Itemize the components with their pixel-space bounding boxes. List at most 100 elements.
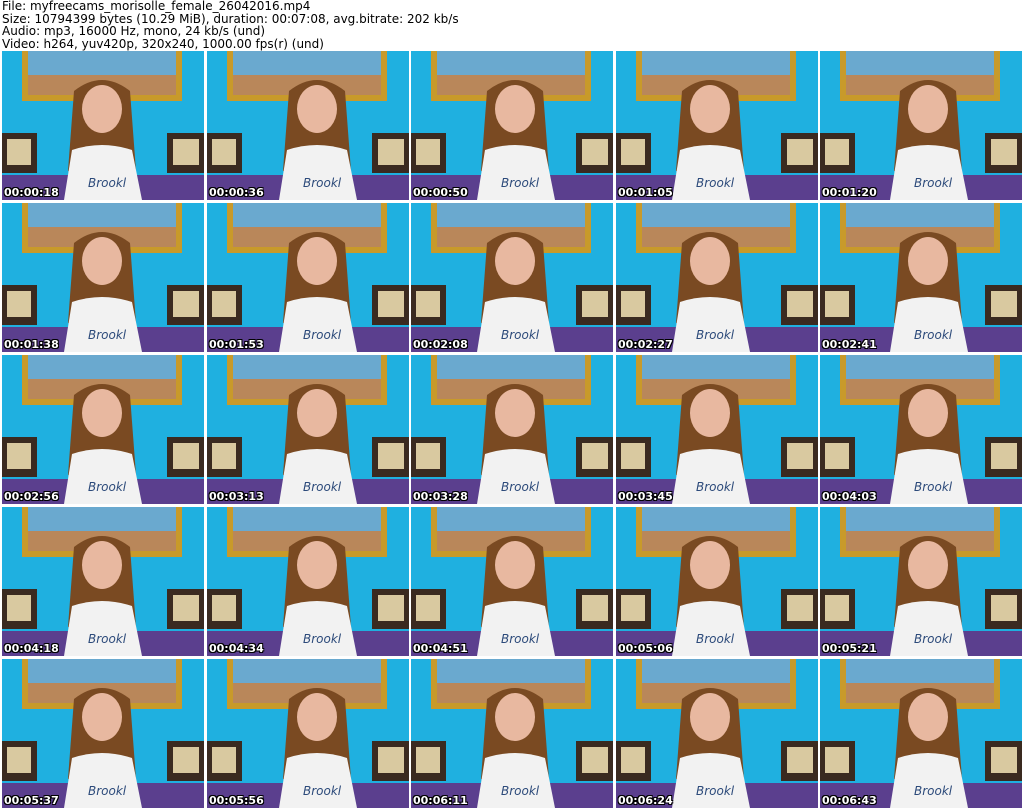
- video-thumbnail: Brookl 00:05:21: [820, 507, 1022, 656]
- svg-text:Brookl: Brookl: [501, 328, 540, 342]
- timestamp-label: 00:04:51: [413, 642, 468, 655]
- video-thumbnail: Brookl 00:04:51: [411, 507, 613, 656]
- svg-text:Brookl: Brookl: [303, 480, 342, 494]
- svg-text:Brookl: Brookl: [696, 784, 735, 798]
- video-thumbnail: Brookl 00:05:06: [616, 507, 818, 656]
- video-frame: Brookl: [411, 659, 613, 808]
- video-frame: Brookl: [820, 203, 1022, 352]
- timestamp-label: 00:03:13: [209, 490, 264, 503]
- video-thumbnail: Brookl 00:04:03: [820, 355, 1022, 504]
- svg-text:Brookl: Brookl: [914, 328, 953, 342]
- timestamp-label: 00:01:38: [4, 338, 59, 351]
- video-thumbnail: Brookl 00:06:24: [616, 659, 818, 808]
- info-header: File: myfreecams_morisolle_female_260420…: [2, 0, 459, 50]
- video-frame: Brookl: [820, 355, 1022, 504]
- timestamp-label: 00:04:34: [209, 642, 264, 655]
- video-frame: Brookl: [2, 507, 204, 656]
- svg-text:Brookl: Brookl: [88, 176, 127, 190]
- video-thumbnail: Brookl 00:01:53: [207, 203, 409, 352]
- timestamp-label: 00:05:21: [822, 642, 877, 655]
- video-frame: Brookl: [207, 659, 409, 808]
- svg-text:Brookl: Brookl: [501, 632, 540, 646]
- video-frame: Brookl: [820, 51, 1022, 200]
- video-frame: Brookl: [2, 355, 204, 504]
- timestamp-label: 00:06:43: [822, 794, 877, 807]
- video-line: Video: h264, yuv420p, 320x240, 1000.00 f…: [2, 36, 324, 51]
- video-frame: Brookl: [616, 203, 818, 352]
- video-thumbnail: Brookl 00:02:56: [2, 355, 204, 504]
- timestamp-label: 00:00:18: [4, 186, 59, 199]
- video-frame: Brookl: [411, 51, 613, 200]
- video-thumbnail: Brookl 00:03:13: [207, 355, 409, 504]
- svg-text:Brookl: Brookl: [696, 480, 735, 494]
- svg-text:Brookl: Brookl: [501, 176, 540, 190]
- timestamp-label: 00:03:45: [618, 490, 673, 503]
- timestamp-label: 00:04:03: [822, 490, 877, 503]
- timestamp-label: 00:05:37: [4, 794, 59, 807]
- svg-text:Brookl: Brookl: [303, 176, 342, 190]
- timestamp-label: 00:03:28: [413, 490, 468, 503]
- video-thumbnail: Brookl 00:02:27: [616, 203, 818, 352]
- video-frame: Brookl: [207, 203, 409, 352]
- video-frame: Brookl: [411, 355, 613, 504]
- svg-text:Brookl: Brookl: [88, 632, 127, 646]
- timestamp-label: 00:01:53: [209, 338, 264, 351]
- timestamp-label: 00:00:36: [209, 186, 264, 199]
- timestamp-label: 00:02:27: [618, 338, 673, 351]
- timestamp-label: 00:02:08: [413, 338, 468, 351]
- video-thumbnail: Brookl 00:01:20: [820, 51, 1022, 200]
- video-frame: Brookl: [207, 355, 409, 504]
- video-thumbnail: Brookl 00:00:36: [207, 51, 409, 200]
- video-thumbnail: Brookl 00:05:37: [2, 659, 204, 808]
- video-thumbnail: Brookl 00:02:41: [820, 203, 1022, 352]
- video-thumbnail: Brookl 00:01:05: [616, 51, 818, 200]
- timestamp-label: 00:02:56: [4, 490, 59, 503]
- video-frame: Brookl: [2, 51, 204, 200]
- video-frame: Brookl: [207, 507, 409, 656]
- thumbnail-grid: Brookl 00:00:18 Brookl 00:00:36 Brookl 0…: [0, 51, 1024, 811]
- video-frame: Brookl: [616, 507, 818, 656]
- video-thumbnail: Brookl 00:01:38: [2, 203, 204, 352]
- svg-text:Brookl: Brookl: [303, 632, 342, 646]
- video-thumbnail: Brookl 00:04:34: [207, 507, 409, 656]
- svg-text:Brookl: Brookl: [696, 632, 735, 646]
- video-frame: Brookl: [2, 203, 204, 352]
- video-thumbnail: Brookl 00:05:56: [207, 659, 409, 808]
- svg-text:Brookl: Brookl: [88, 480, 127, 494]
- video-frame: Brookl: [616, 355, 818, 504]
- svg-text:Brookl: Brookl: [914, 784, 953, 798]
- timestamp-label: 00:01:05: [618, 186, 673, 199]
- timestamp-label: 00:01:20: [822, 186, 877, 199]
- timestamp-label: 00:04:18: [4, 642, 59, 655]
- svg-text:Brookl: Brookl: [914, 176, 953, 190]
- video-thumbnail: Brookl 00:06:43: [820, 659, 1022, 808]
- video-frame: Brookl: [411, 203, 613, 352]
- video-frame: Brookl: [2, 659, 204, 808]
- timestamp-label: 00:06:24: [618, 794, 673, 807]
- video-frame: Brookl: [820, 659, 1022, 808]
- svg-text:Brookl: Brookl: [501, 480, 540, 494]
- video-thumbnail: Brookl 00:06:11: [411, 659, 613, 808]
- timestamp-label: 00:05:06: [618, 642, 673, 655]
- video-thumbnail: Brookl 00:00:18: [2, 51, 204, 200]
- svg-text:Brookl: Brookl: [914, 632, 953, 646]
- svg-text:Brookl: Brookl: [696, 328, 735, 342]
- svg-text:Brookl: Brookl: [88, 328, 127, 342]
- video-frame: Brookl: [616, 51, 818, 200]
- video-thumbnail: Brookl 00:03:28: [411, 355, 613, 504]
- timestamp-label: 00:00:50: [413, 186, 468, 199]
- video-frame: Brookl: [820, 507, 1022, 656]
- svg-text:Brookl: Brookl: [501, 784, 540, 798]
- video-thumbnail: Brookl 00:02:08: [411, 203, 613, 352]
- svg-text:Brookl: Brookl: [88, 784, 127, 798]
- video-thumbnail: Brookl 00:00:50: [411, 51, 613, 200]
- svg-text:Brookl: Brookl: [303, 328, 342, 342]
- svg-text:Brookl: Brookl: [303, 784, 342, 798]
- svg-text:Brookl: Brookl: [696, 176, 735, 190]
- video-thumbnail: Brookl 00:04:18: [2, 507, 204, 656]
- timestamp-label: 00:06:11: [413, 794, 468, 807]
- video-thumbnail: Brookl 00:03:45: [616, 355, 818, 504]
- video-frame: Brookl: [616, 659, 818, 808]
- video-frame: Brookl: [411, 507, 613, 656]
- timestamp-label: 00:02:41: [822, 338, 877, 351]
